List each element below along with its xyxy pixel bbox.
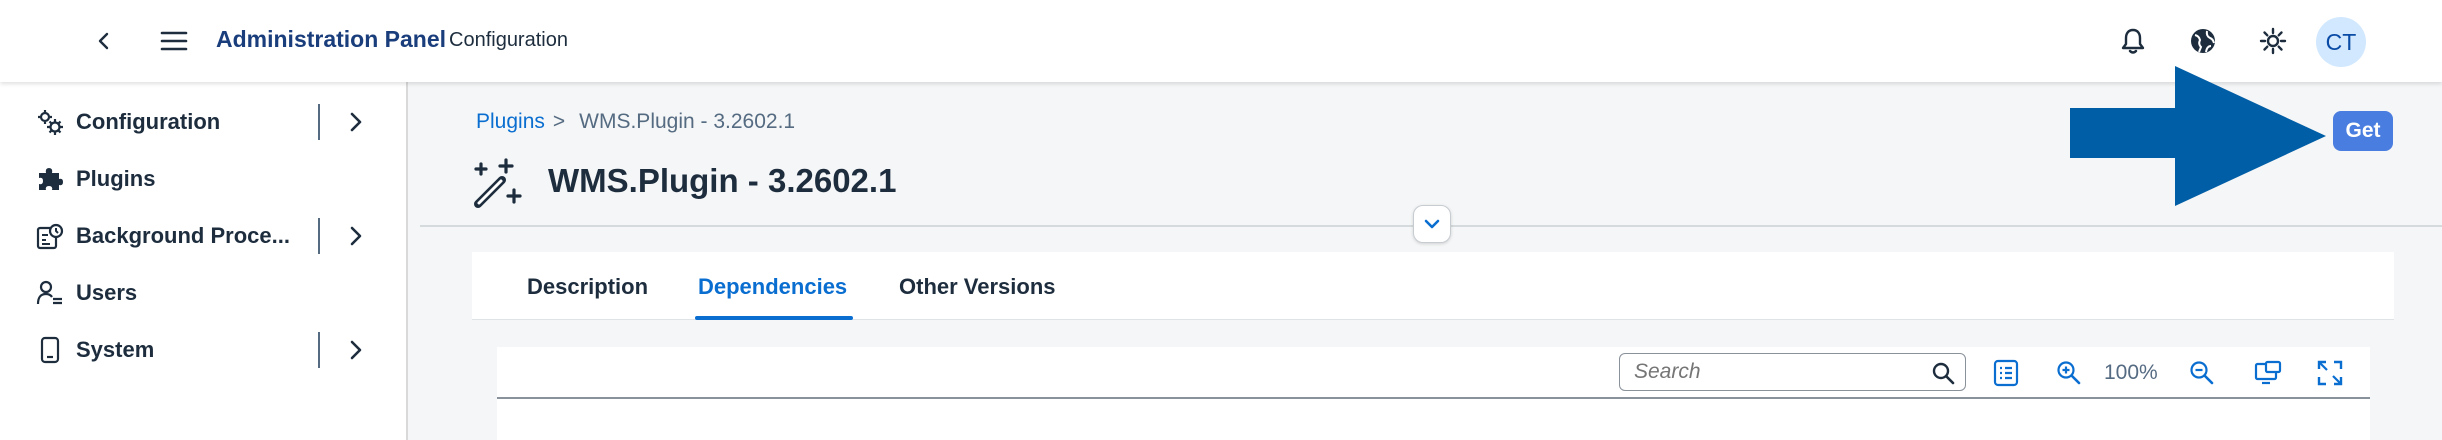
back-button[interactable]: [80, 17, 128, 65]
zoom-out-button[interactable]: [2184, 355, 2220, 391]
app-subtitle: Configuration: [449, 29, 568, 51]
breadcrumb-link-plugins[interactable]: Plugins: [476, 110, 545, 134]
tab-bar: Description Dependencies Other Versions: [472, 252, 2394, 320]
sidebar-item-label: Background Proce...: [76, 223, 290, 248]
tab-other-versions[interactable]: Other Versions: [899, 274, 1056, 300]
background-process-icon: [36, 222, 64, 250]
app-title[interactable]: Administration Panel: [216, 26, 446, 53]
sidebar-item-label: Users: [76, 280, 138, 305]
sidebar-item-system[interactable]: System: [0, 324, 406, 376]
zoom-in-button[interactable]: [2051, 355, 2087, 391]
sidebar-item-label: Configuration: [76, 109, 221, 134]
divider: [497, 397, 2370, 399]
search-input[interactable]: [1634, 360, 1924, 384]
selected-tab-indicator: [695, 316, 853, 320]
language-button[interactable]: [2179, 17, 2227, 65]
zoom-in-icon: [2057, 361, 2081, 385]
tab-description[interactable]: Description: [527, 274, 648, 300]
dependencies-panel: [497, 347, 2370, 440]
bell-icon: [2121, 28, 2145, 54]
divider: [318, 104, 320, 140]
divider: [318, 218, 320, 254]
menu-button[interactable]: [150, 17, 198, 65]
chevron-right-icon[interactable]: [342, 108, 370, 136]
chevron-right-icon[interactable]: [342, 336, 370, 364]
tab-dependencies[interactable]: Dependencies: [698, 274, 847, 300]
menu-icon: [160, 31, 188, 51]
chevron-right-icon[interactable]: [342, 222, 370, 250]
globe-icon: [2191, 29, 2215, 53]
get-button[interactable]: Get: [2333, 111, 2393, 151]
user-icon: [36, 279, 64, 307]
settings-icon: [36, 108, 64, 136]
fullscreen-button[interactable]: [2312, 355, 2348, 391]
theme-button[interactable]: [2249, 17, 2297, 65]
sidebar-item-plugins[interactable]: Plugins: [0, 153, 406, 205]
sidebar-item-label: Plugins: [76, 166, 156, 191]
avatar[interactable]: CT: [2316, 17, 2366, 67]
breadcrumb-separator: >: [552, 110, 566, 133]
search-field[interactable]: [1619, 353, 1966, 391]
overview-button[interactable]: [2250, 355, 2286, 391]
legend-button[interactable]: [1988, 355, 2024, 391]
sidebar-item-background-processes[interactable]: Background Proce...: [0, 210, 406, 262]
magic-wand-icon: [474, 158, 522, 208]
side-navigation: Configuration Plugins Background Proce..…: [0, 82, 408, 440]
list-icon: [1993, 359, 2019, 387]
back-icon: [98, 32, 109, 50]
sidebar-item-label: System: [76, 337, 155, 362]
puzzle-icon: [36, 165, 64, 193]
page-title: WMS.Plugin - 3.2602.1: [548, 162, 897, 199]
notifications-button[interactable]: [2109, 17, 2157, 65]
search-icon[interactable]: [1931, 361, 1955, 385]
chevron-down-icon: [1424, 219, 1440, 229]
divider: [318, 332, 320, 368]
arrow-annotation-icon: [2070, 66, 2326, 206]
fullscreen-icon: [2317, 360, 2343, 386]
breadcrumb-current: WMS.Plugin - 3.2602.1: [579, 110, 796, 133]
zoom-level: 100%: [2104, 361, 2158, 384]
theme-icon: [2259, 27, 2287, 55]
breadcrumb: Plugins > WMS.Plugin - 3.2602.1: [476, 110, 795, 134]
sidebar-item-configuration[interactable]: Configuration: [0, 96, 406, 148]
collapse-header-button[interactable]: [1413, 205, 1451, 243]
zoom-out-icon: [2190, 361, 2214, 385]
device-icon: [36, 336, 64, 364]
overview-icon: [2254, 360, 2282, 385]
sidebar-item-users[interactable]: Users: [0, 267, 406, 319]
